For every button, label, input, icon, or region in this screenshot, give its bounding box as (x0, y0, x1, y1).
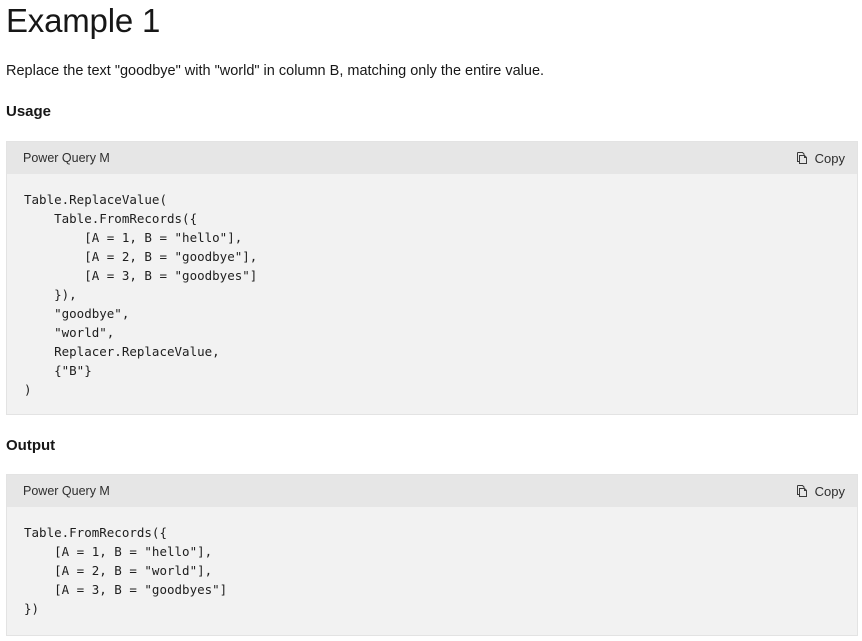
output-copy-label: Copy (814, 483, 845, 499)
usage-heading: Usage (6, 103, 52, 120)
example-title: Example 1 (6, 2, 161, 39)
usage-code-language: Power Query M (23, 151, 110, 165)
usage-copy-label: Copy (814, 150, 845, 166)
usage-copy-button[interactable]: Copy (795, 151, 845, 166)
output-code-language: Power Query M (23, 484, 110, 498)
output-heading: Output (6, 437, 56, 454)
output-code-header: Power Query M Copy (7, 475, 857, 507)
example-description: Replace the text "goodbye" with "world" … (6, 63, 545, 79)
output-copy-button[interactable]: Copy (795, 484, 845, 499)
output-code: Table.FromRecords({ [A = 1, B = "hello"]… (24, 525, 228, 616)
output-code-block: Power Query M Copy Table.FromRecords({ [… (6, 474, 858, 636)
usage-code: Table.ReplaceValue( Table.FromRecords({ … (24, 192, 258, 397)
usage-code-block: Power Query M Copy Table.ReplaceValue( T… (6, 141, 858, 415)
copy-icon (796, 485, 807, 497)
usage-code-header: Power Query M Copy (7, 142, 857, 174)
copy-icon (796, 152, 807, 164)
